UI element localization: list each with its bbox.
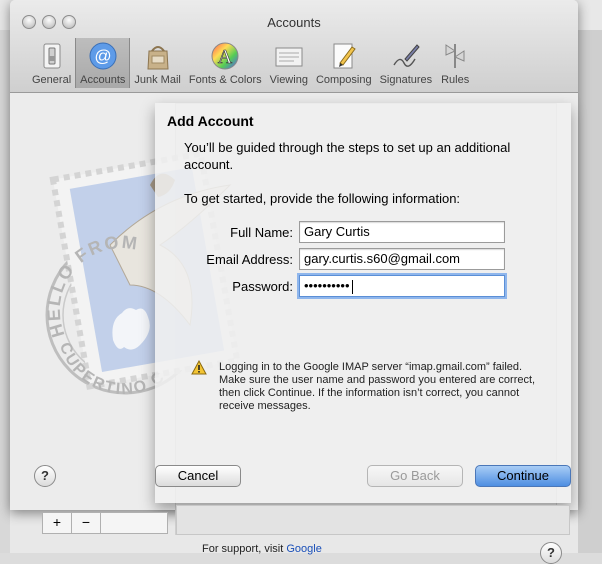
- email-label: Email Address:: [206, 252, 293, 267]
- svg-text:A: A: [218, 46, 233, 68]
- email-row: Email Address: gary.curtis.s60@gmail.com: [155, 248, 571, 272]
- warning-text: Logging in to the Google IMAP server “im…: [219, 361, 536, 412]
- tab-rules[interactable]: Rules: [436, 38, 474, 88]
- tab-general-label: General: [32, 74, 72, 86]
- background-edge: [0, 30, 10, 553]
- viewing-icon: [274, 41, 304, 71]
- sheet-prompt: To get started, provide the following in…: [184, 191, 461, 206]
- tab-accounts[interactable]: @ Accounts: [75, 38, 131, 88]
- account-detail-field: [176, 505, 570, 535]
- add-account-button[interactable]: +: [43, 513, 72, 533]
- continue-button[interactable]: Continue: [475, 465, 571, 487]
- window-title: Accounts: [267, 15, 321, 30]
- cancel-button[interactable]: Cancel: [155, 465, 241, 487]
- preferences-toolbar: General @ Accounts Junk Mail A Fonts & C…: [28, 38, 474, 90]
- tab-fonts-colors[interactable]: A Fonts & Colors: [185, 38, 266, 88]
- composing-pencil-icon: [329, 41, 359, 71]
- svg-text:@: @: [94, 47, 111, 66]
- at-sign-icon: @: [88, 41, 118, 71]
- footer-help-button[interactable]: ?: [540, 542, 562, 564]
- tab-junk-mail-label: Junk Mail: [134, 74, 181, 86]
- warning-icon: [191, 360, 207, 375]
- text-cursor: [351, 279, 353, 294]
- general-switch-icon: [37, 41, 67, 71]
- add-account-sheet: Add Account You’ll be guided through the…: [34, 103, 571, 503]
- titlebar: Accounts General @ Accounts Junk Mail A …: [10, 0, 578, 93]
- tab-composing[interactable]: Composing: [312, 38, 376, 88]
- support-text: For support, visit Google: [202, 543, 322, 555]
- go-back-button: Go Back: [367, 465, 463, 487]
- tab-viewing-label: Viewing: [269, 74, 308, 86]
- tab-general[interactable]: General: [28, 38, 75, 88]
- tab-rules-label: Rules: [441, 74, 470, 86]
- full-name-field[interactable]: Gary Curtis: [299, 221, 505, 243]
- background-edge-right: [578, 30, 602, 553]
- fonts-colors-icon: A: [210, 41, 240, 71]
- sheet-heading: Add Account: [167, 113, 254, 129]
- account-list-controls: + −: [42, 512, 168, 534]
- password-label: Password:: [232, 279, 293, 294]
- sheet-intro: You’ll be guided through the steps to se…: [184, 140, 511, 172]
- tab-junk-mail[interactable]: Junk Mail: [130, 38, 184, 88]
- full-name-row: Full Name: Gary Curtis: [155, 221, 571, 245]
- junk-mail-bag-icon: [143, 41, 173, 71]
- rules-icon: [440, 41, 470, 71]
- tab-accounts-label: Accounts: [80, 74, 126, 86]
- support-link[interactable]: Google: [286, 543, 321, 555]
- password-field[interactable]: ••••••••••: [299, 275, 505, 297]
- tab-viewing[interactable]: Viewing: [266, 38, 312, 88]
- full-name-label: Full Name:: [230, 225, 293, 240]
- tab-fonts-colors-label: Fonts & Colors: [188, 74, 262, 86]
- tab-composing-label: Composing: [315, 74, 372, 86]
- help-button[interactable]: ?: [34, 465, 56, 487]
- signature-pen-icon: [391, 41, 421, 71]
- support-prefix: For support, visit: [202, 543, 284, 555]
- tab-signatures[interactable]: Signatures: [376, 38, 437, 88]
- email-field[interactable]: gary.curtis.s60@gmail.com: [299, 248, 505, 270]
- remove-account-button[interactable]: −: [72, 513, 101, 533]
- tab-signatures-label: Signatures: [379, 74, 433, 86]
- password-row: Password: ••••••••••: [155, 275, 571, 299]
- password-dots: ••••••••••: [304, 278, 350, 293]
